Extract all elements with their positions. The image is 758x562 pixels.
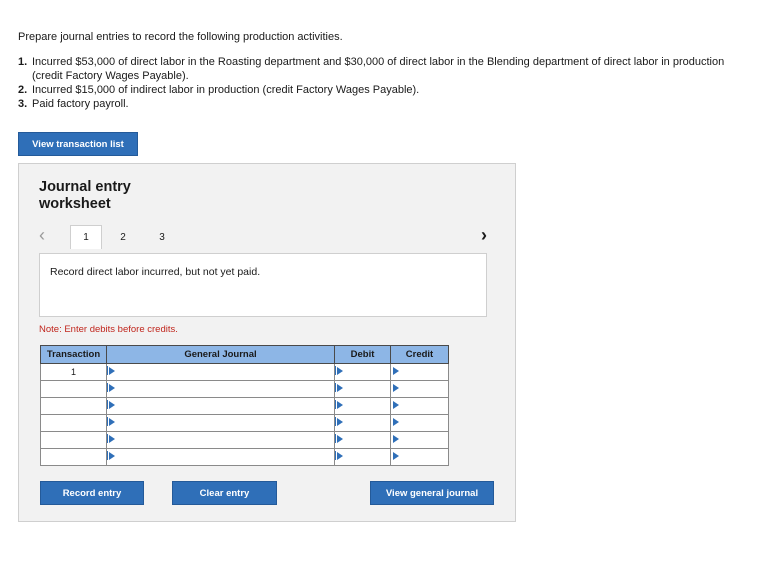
activity-text: Paid factory payroll. xyxy=(32,98,129,110)
column-header-debit: Debit xyxy=(334,345,391,364)
debit-credit-note: Note: Enter debits before credits. xyxy=(39,324,178,335)
clear-entry-button[interactable]: Clear entry xyxy=(172,481,277,505)
dropdown-arrow-icon xyxy=(109,435,115,443)
journal-table: Transaction General Journal Debit Credit… xyxy=(40,345,449,466)
journal-table-header: Transaction General Journal Debit Credit xyxy=(40,345,449,364)
credit-input[interactable] xyxy=(390,397,449,415)
page-tab-1[interactable]: 1 xyxy=(70,225,102,249)
activity-item: 1. Incurred $53,000 of direct labor in th… xyxy=(18,55,738,83)
input-arrow-icon xyxy=(393,452,399,460)
prompt-text: Prepare journal entries to record the fo… xyxy=(18,31,343,43)
table-row xyxy=(40,397,449,415)
activity-number: 3. xyxy=(18,98,28,110)
debit-input[interactable] xyxy=(334,397,391,415)
page-tab-2[interactable]: 2 xyxy=(107,225,139,249)
view-general-journal-button[interactable]: View general journal xyxy=(370,481,494,505)
view-transaction-list-button[interactable]: View transaction list xyxy=(18,132,138,156)
debit-input[interactable] xyxy=(334,363,391,381)
transaction-cell xyxy=(40,380,107,398)
credit-input[interactable] xyxy=(390,380,449,398)
input-arrow-icon xyxy=(393,401,399,409)
debit-input[interactable] xyxy=(334,448,391,466)
entry-description-text: Record direct labor incurred, but not ye… xyxy=(50,266,261,278)
dropdown-arrow-icon xyxy=(109,418,115,426)
table-row: 1 xyxy=(40,363,449,381)
table-row xyxy=(40,414,449,432)
transaction-cell xyxy=(40,397,107,415)
debit-input[interactable] xyxy=(334,380,391,398)
dropdown-arrow-icon xyxy=(109,452,115,460)
activity-item: 2. Incurred $15,000 of indirect labor in … xyxy=(18,83,738,97)
input-arrow-icon xyxy=(337,435,343,443)
account-input[interactable] xyxy=(106,363,335,381)
activity-list: 1. Incurred $53,000 of direct labor in th… xyxy=(18,55,738,111)
table-row xyxy=(40,431,449,449)
dropdown-arrow-icon xyxy=(109,367,115,375)
credit-input[interactable] xyxy=(390,414,449,432)
instructions: Prepare journal entries to record the fo… xyxy=(18,30,738,111)
credit-input[interactable] xyxy=(390,363,449,381)
account-input[interactable] xyxy=(106,397,335,415)
input-arrow-icon xyxy=(393,367,399,375)
chevron-right-icon[interactable]: › xyxy=(481,226,493,244)
chevron-left-icon[interactable]: ‹ xyxy=(39,226,51,244)
account-input[interactable] xyxy=(106,414,335,432)
activity-number: 1. xyxy=(18,56,28,68)
page-tab-3[interactable]: 3 xyxy=(146,225,178,249)
table-row xyxy=(40,380,449,398)
input-arrow-icon xyxy=(337,384,343,392)
credit-input[interactable] xyxy=(390,431,449,449)
input-arrow-icon xyxy=(393,418,399,426)
activity-text: Incurred $53,000 of direct labor in the … xyxy=(32,56,725,82)
activity-text: Incurred $15,000 of indirect labor in pr… xyxy=(32,84,420,96)
account-input[interactable] xyxy=(106,380,335,398)
transaction-cell xyxy=(40,448,107,466)
dropdown-arrow-icon xyxy=(109,401,115,409)
entry-description: Record direct labor incurred, but not ye… xyxy=(39,253,487,317)
record-entry-button[interactable]: Record entry xyxy=(40,481,144,505)
column-header-transaction: Transaction xyxy=(40,345,107,364)
journal-entry-worksheet: Journal entry worksheet ‹ 1 2 3 › Record… xyxy=(18,163,516,522)
activity-number: 2. xyxy=(18,84,28,96)
debit-input[interactable] xyxy=(334,414,391,432)
dropdown-arrow-icon xyxy=(109,384,115,392)
credit-input[interactable] xyxy=(390,448,449,466)
worksheet-title: Journal entry worksheet xyxy=(39,179,131,212)
input-arrow-icon xyxy=(337,367,343,375)
debit-input[interactable] xyxy=(334,431,391,449)
transaction-cell xyxy=(40,431,107,449)
account-input[interactable] xyxy=(106,431,335,449)
account-input[interactable] xyxy=(106,448,335,466)
input-arrow-icon xyxy=(393,435,399,443)
input-arrow-icon xyxy=(337,401,343,409)
column-header-general-journal: General Journal xyxy=(106,345,335,364)
transaction-cell: 1 xyxy=(40,363,107,381)
input-arrow-icon xyxy=(337,452,343,460)
activity-item: 3. Paid factory payroll. xyxy=(18,97,738,111)
input-arrow-icon xyxy=(337,418,343,426)
table-row xyxy=(40,448,449,466)
input-arrow-icon xyxy=(393,384,399,392)
transaction-cell xyxy=(40,414,107,432)
column-header-credit: Credit xyxy=(390,345,449,364)
